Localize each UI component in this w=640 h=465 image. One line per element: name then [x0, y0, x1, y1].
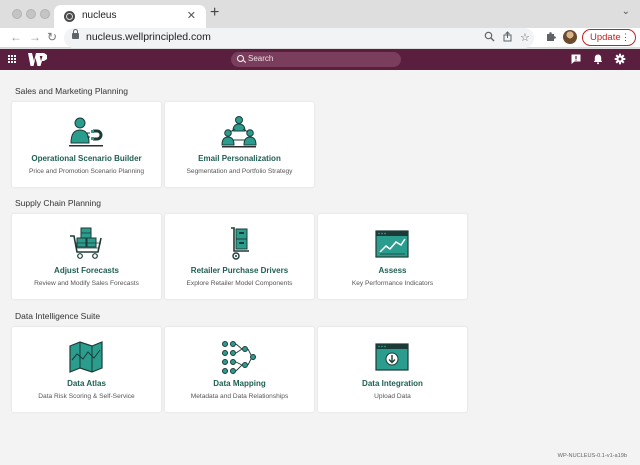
maximize-window-button[interactable] — [40, 9, 50, 19]
zoom-icon[interactable] — [484, 31, 495, 45]
minimize-window-button[interactable] — [26, 9, 36, 19]
card-data-integration[interactable]: Data Integration Upload Data — [318, 327, 467, 412]
map-icon — [69, 341, 103, 373]
browser-tab[interactable]: nucleus ✕ — [54, 5, 206, 28]
globe-icon — [64, 11, 75, 22]
tab-title: nucleus — [82, 10, 117, 21]
card-title: Retailer Purchase Drivers — [190, 266, 289, 275]
search-placeholder: Search — [248, 54, 274, 63]
close-window-button[interactable] — [12, 9, 22, 19]
browser-toolbar: ← → ↻ nucleus.wellprincipled.com ☆ Updat… — [0, 28, 640, 48]
gear-icon[interactable] — [614, 53, 626, 65]
update-button[interactable]: Update ⋮ — [582, 29, 636, 46]
reload-icon[interactable]: ↻ — [47, 29, 57, 45]
card-subtitle: Segmentation and Portfolio Strategy — [186, 168, 293, 175]
card-title: Data Integration — [362, 379, 423, 388]
shopping-cart-icon — [70, 227, 102, 259]
card-title: Email Personalization — [198, 154, 281, 163]
address-bar[interactable]: nucleus.wellprincipled.com ☆ — [64, 28, 534, 48]
app-header: Search — [0, 49, 640, 70]
tab-close-icon[interactable]: ✕ — [187, 9, 196, 22]
update-label: Update — [590, 32, 621, 43]
section-title: Supply Chain Planning — [15, 198, 102, 208]
tab-search-chevron-icon[interactable]: ⌄ — [622, 6, 630, 17]
back-icon[interactable]: ← — [10, 29, 22, 45]
lock-icon[interactable] — [72, 29, 79, 39]
extensions-icon[interactable] — [545, 31, 556, 45]
card-title: Operational Scenario Builder — [31, 154, 142, 163]
forward-icon[interactable]: → — [29, 29, 41, 45]
browser-tab-bar: nucleus ✕ + ⌄ — [0, 0, 640, 28]
section-title: Data Intelligence Suite — [15, 311, 101, 321]
search-bar[interactable]: Search — [231, 52, 401, 67]
bell-icon[interactable] — [592, 53, 604, 65]
section-title: Sales and Marketing Planning — [15, 86, 128, 96]
more-menu-icon[interactable]: ⋮ — [621, 30, 630, 45]
bookmark-star-icon[interactable]: ☆ — [520, 31, 530, 44]
card-retailer-purchase-drivers[interactable]: Retailer Purchase Drivers Explore Retail… — [165, 214, 314, 299]
card-title: Adjust Forecasts — [54, 266, 119, 275]
share-icon[interactable] — [502, 31, 513, 45]
people-network-icon — [221, 116, 257, 148]
card-assess[interactable]: Assess Key Performance Indicators — [318, 214, 467, 299]
card-subtitle: Review and Modify Sales Forecasts — [34, 280, 139, 287]
card-title: Assess — [378, 266, 407, 275]
card-adjust-forecasts[interactable]: Adjust Forecasts Review and Modify Sales… — [12, 214, 161, 299]
card-data-mapping[interactable]: Data Mapping Metadata and Data Relations… — [165, 327, 314, 412]
profile-avatar[interactable] — [563, 30, 577, 44]
card-subtitle: Price and Promotion Scenario Planning — [28, 168, 145, 175]
card-title: Data Atlas — [67, 379, 106, 388]
main-content: Sales and Marketing Planning Operational… — [0, 70, 640, 465]
chart-window-icon — [375, 230, 409, 258]
new-tab-icon[interactable]: + — [210, 5, 219, 21]
card-subtitle: Metadata and Data Relationships — [190, 393, 289, 400]
card-operational-scenario-builder[interactable]: Operational Scenario Builder Price and P… — [12, 102, 161, 187]
card-subtitle: Key Performance Indicators — [351, 280, 434, 287]
card-data-atlas[interactable]: Data Atlas Data Risk Scoring & Self-Serv… — [12, 327, 161, 412]
search-icon — [237, 55, 244, 62]
wp-logo[interactable] — [28, 53, 48, 66]
feedback-icon[interactable] — [570, 53, 582, 65]
hand-truck-icon — [231, 227, 249, 260]
data-nodes-icon — [222, 341, 256, 374]
card-title: Data Mapping — [213, 379, 266, 388]
card-subtitle: Upload Data — [374, 393, 411, 400]
card-subtitle: Data Risk Scoring & Self-Service — [38, 393, 135, 400]
app-launcher-icon[interactable] — [8, 55, 16, 63]
upload-window-icon — [375, 343, 409, 371]
card-subtitle: Explore Retailer Model Components — [186, 280, 293, 287]
version-label: WP-NUCLEUS-0.1-v1-a19b — [557, 453, 627, 459]
url-text[interactable]: nucleus.wellprincipled.com — [86, 31, 211, 43]
magnet-person-icon — [69, 117, 103, 147]
card-email-personalization[interactable]: Email Personalization Segmentation and P… — [165, 102, 314, 187]
